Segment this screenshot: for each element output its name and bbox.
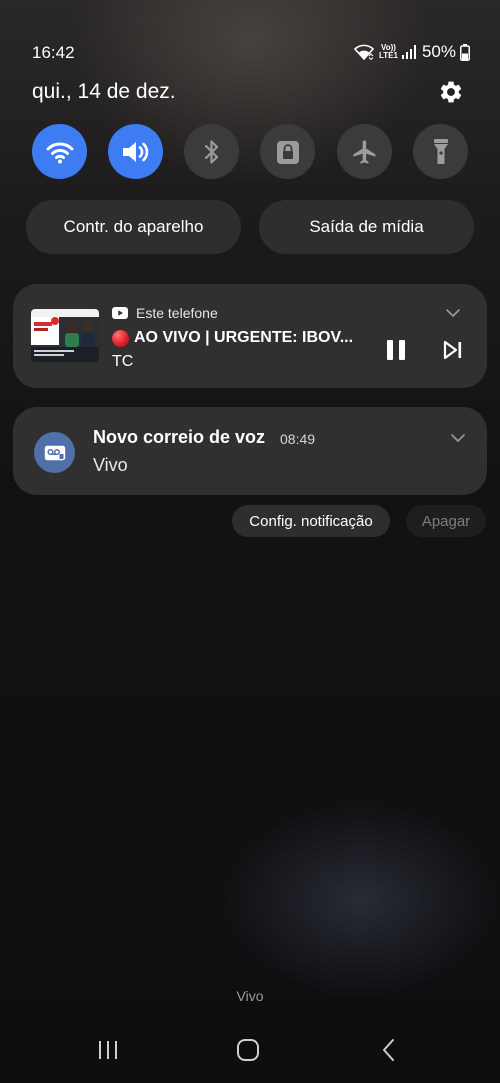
media-title-text: AO VIVO | URGENTE: IBOV... — [134, 329, 354, 346]
sound-toggle[interactable] — [108, 124, 163, 179]
home-icon[interactable] — [236, 1038, 260, 1062]
thumbnail-image — [31, 309, 99, 362]
voicemail-body: Vivo — [93, 455, 128, 475]
notification-shade: { "status_bar": { "time": "16:42", "netw… — [0, 0, 500, 1083]
wifi-icon — [354, 44, 374, 60]
media-channel: TC — [112, 353, 134, 370]
skip-next-icon[interactable] — [442, 339, 464, 361]
media-source: Este telefone — [112, 305, 218, 321]
voicemail-icon-container — [34, 432, 75, 473]
flashlight-toggle[interactable] — [413, 124, 468, 179]
media-output-button[interactable]: Saída de mídia — [259, 200, 474, 254]
lte-label: LTE1 — [379, 51, 398, 60]
recents-icon[interactable] — [96, 1038, 120, 1062]
media-title: AO VIVO | URGENTE: IBOV... — [112, 329, 353, 347]
wifi-toggle[interactable] — [32, 124, 87, 179]
status-icons: Vo)) LTE1 50% — [354, 41, 470, 63]
voicemail-notification[interactable]: Novo correio de voz 08:49 Vivo — [13, 407, 487, 495]
bluetooth-icon — [204, 139, 218, 164]
lock-icon — [276, 140, 299, 164]
chevron-down-icon[interactable] — [450, 433, 466, 443]
date: qui., 14 de dez. — [32, 80, 176, 103]
wifi-icon — [46, 142, 73, 163]
quick-settings-row — [32, 124, 468, 180]
voicemail-icon — [44, 445, 65, 460]
battery-percent: 50% — [421, 42, 456, 61]
media-source-label: Este telefone — [136, 305, 218, 321]
signal-icon — [401, 45, 416, 59]
gear-icon[interactable] — [438, 79, 464, 105]
back-icon[interactable] — [378, 1038, 402, 1062]
chevron-down-icon[interactable] — [445, 308, 461, 318]
bluetooth-toggle[interactable] — [184, 124, 239, 179]
airplane-mode-toggle[interactable] — [337, 124, 392, 179]
media-notification[interactable]: Este telefone AO VIVO | URGENTE: IBOV...… — [13, 284, 487, 388]
carrier-label: Vivo — [236, 988, 264, 1004]
rotation-lock-toggle[interactable] — [260, 124, 315, 179]
notification-settings-button[interactable]: Config. notificação — [232, 505, 390, 537]
battery-icon — [460, 43, 470, 61]
youtube-icon — [112, 307, 128, 319]
pause-icon[interactable] — [384, 337, 408, 363]
volte-lte-icon: Vo)) LTE1 — [379, 44, 398, 60]
status-time: 16:42 — [32, 43, 75, 62]
flashlight-icon — [433, 138, 448, 164]
video-thumbnail — [31, 309, 99, 362]
voicemail-time: 08:49 — [280, 431, 316, 447]
device-control-button[interactable]: Contr. do aparelho — [26, 200, 241, 254]
live-dot-icon — [112, 329, 129, 347]
voicemail-title: Novo correio de voz — [93, 427, 266, 447]
clear-all-button[interactable]: Apagar — [406, 505, 486, 537]
airplane-icon — [352, 139, 375, 164]
volume-icon — [122, 141, 148, 162]
